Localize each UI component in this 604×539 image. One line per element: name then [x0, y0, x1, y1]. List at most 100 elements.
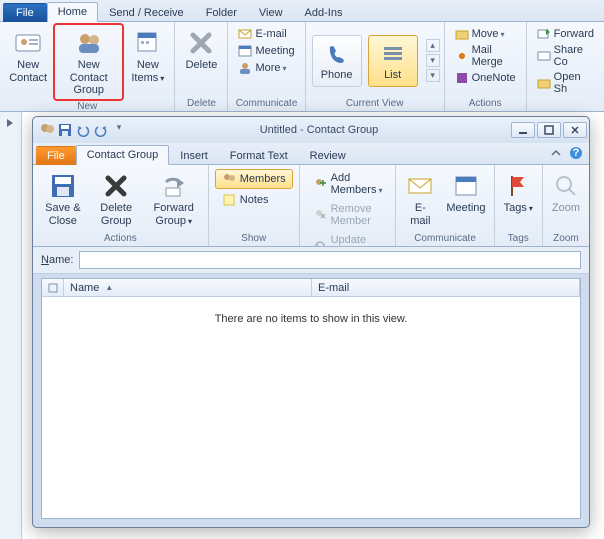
- minimize-ribbon-icon[interactable]: [549, 146, 563, 160]
- ribbon-group-delete-label: Delete: [179, 97, 223, 111]
- gallery-more-icon[interactable]: ▾: [426, 69, 440, 82]
- meeting-button[interactable]: Meeting: [234, 43, 298, 59]
- grid-col-email[interactable]: E-mail: [312, 279, 580, 296]
- forward-group-button[interactable]: Forward Group▾: [144, 167, 204, 230]
- view-list-label: List: [384, 69, 401, 81]
- grid-col-name[interactable]: Name ▲: [64, 279, 312, 296]
- delete-group-button[interactable]: Delete Group: [91, 167, 142, 230]
- help-icon[interactable]: ?: [569, 146, 583, 160]
- redo-icon[interactable]: [93, 122, 109, 138]
- show-notes-label: Notes: [240, 194, 269, 206]
- contact-card-icon: [14, 29, 42, 57]
- sub-tab-contact-group[interactable]: Contact Group: [76, 145, 170, 165]
- sub-group-show-label: Show: [213, 232, 295, 246]
- add-members-icon: [313, 177, 327, 191]
- move-label: Move▾: [472, 28, 505, 40]
- add-members-button[interactable]: Add Members▾: [306, 169, 390, 199]
- meeting-icon: [238, 44, 252, 58]
- share-contacts-button[interactable]: Share Co: [533, 43, 598, 69]
- maximize-button[interactable]: [537, 122, 561, 138]
- tags-button[interactable]: Tags▾: [499, 167, 538, 218]
- gallery-down-icon[interactable]: ▾: [426, 54, 440, 67]
- ribbon-group-actions: Move▾ Mail Merge OneNote Actions: [445, 22, 527, 111]
- save-icon[interactable]: [57, 122, 73, 138]
- close-button[interactable]: [563, 122, 587, 138]
- contact-group-icon: [75, 29, 103, 57]
- ribbon-group-current-view: Phone List ▴ ▾ ▾ Current View: [306, 22, 445, 111]
- attachment-icon: [47, 282, 59, 294]
- tab-addins[interactable]: Add-Ins: [294, 3, 354, 22]
- sub-tab-insert[interactable]: Insert: [169, 146, 219, 165]
- forward-group-icon: [160, 172, 188, 200]
- email-group-button[interactable]: E-mail: [400, 167, 440, 230]
- sub-tab-format-text[interactable]: Format Text: [219, 146, 299, 165]
- show-notes-button[interactable]: Notes: [215, 190, 293, 210]
- grid-col-icon[interactable]: [42, 279, 64, 296]
- new-contact-group-label: New Contact Group: [59, 59, 118, 97]
- mail-merge-button[interactable]: Mail Merge: [451, 43, 520, 69]
- phone-icon: [325, 43, 349, 67]
- new-items-button[interactable]: New Items▾: [125, 24, 170, 87]
- remove-member-icon: [313, 208, 327, 222]
- ribbon-group-current-view-label: Current View: [310, 97, 440, 111]
- tab-folder[interactable]: Folder: [195, 3, 248, 22]
- meeting-group-button[interactable]: Meeting: [442, 167, 489, 218]
- grid-header: Name ▲ E-mail: [42, 279, 580, 297]
- ribbon-group-new-label: New: [4, 100, 170, 114]
- email-button[interactable]: E-mail: [234, 26, 298, 42]
- window-buttons: [511, 122, 587, 138]
- undo-icon[interactable]: [75, 122, 91, 138]
- notes-icon: [222, 193, 236, 207]
- sub-ribbon: Save & Close Delete Group Forward Group▾…: [33, 165, 589, 247]
- show-members-button[interactable]: Members: [215, 169, 293, 189]
- new-items-icon: [134, 29, 162, 57]
- zoom-button[interactable]: Zoom: [547, 167, 585, 218]
- minimize-button[interactable]: [511, 122, 535, 138]
- main-tabstrip: File Home Send / Receive Folder View Add…: [0, 0, 604, 22]
- delete-x-icon: [102, 172, 130, 200]
- tab-view[interactable]: View: [248, 3, 294, 22]
- sub-group-zoom: Zoom Zoom: [543, 165, 589, 246]
- name-row: Name:: [33, 247, 589, 274]
- move-button[interactable]: Move▾: [451, 26, 520, 42]
- save-close-button[interactable]: Save & Close: [37, 167, 89, 230]
- quick-access-toolbar: ▾: [35, 122, 127, 138]
- gallery-up-icon[interactable]: ▴: [426, 39, 440, 52]
- delete-group-label: Delete Group: [96, 202, 137, 227]
- sub-tab-review[interactable]: Review: [299, 146, 357, 165]
- email-group-label: E-mail: [405, 202, 435, 227]
- ribbon-group-communicate-label: Communicate: [232, 97, 300, 111]
- expand-navpane-icon[interactable]: [0, 112, 21, 134]
- name-input[interactable]: [79, 251, 581, 269]
- ribbon-group-new: New Contact New Contact Group New Items▾…: [0, 22, 175, 111]
- name-label: Name:: [41, 254, 73, 266]
- sub-tab-file[interactable]: File: [36, 146, 76, 165]
- view-list-button[interactable]: List: [368, 35, 418, 87]
- email-label: E-mail: [255, 28, 286, 40]
- more-button[interactable]: More▾: [234, 60, 298, 76]
- tab-file[interactable]: File: [3, 3, 47, 22]
- new-contact-button[interactable]: New Contact: [4, 24, 52, 87]
- new-contact-group-button[interactable]: New Contact Group: [54, 24, 123, 100]
- meeting-group-label: Meeting: [446, 202, 485, 215]
- forward-contact-button[interactable]: Forward: [533, 26, 598, 42]
- tab-home[interactable]: Home: [47, 2, 98, 22]
- qat-customize-icon[interactable]: ▾: [111, 122, 127, 138]
- open-shared-button[interactable]: Open Sh: [533, 70, 598, 96]
- delete-button[interactable]: Delete: [179, 24, 223, 75]
- sort-asc-icon: ▲: [105, 283, 113, 292]
- app-icon: [39, 122, 55, 138]
- sub-group-members: Add Members▾ Remove Member Update Now Me…: [300, 165, 397, 246]
- view-phone-button[interactable]: Phone: [312, 35, 362, 87]
- onenote-button[interactable]: OneNote: [451, 70, 520, 86]
- tab-send-receive[interactable]: Send / Receive: [98, 3, 195, 22]
- more-icon: [238, 61, 252, 75]
- delete-label: Delete: [186, 59, 218, 72]
- sub-group-communicate-label: Communicate: [400, 232, 489, 246]
- list-icon: [381, 43, 405, 67]
- sub-titlebar[interactable]: ▾ Untitled - Contact Group: [33, 117, 589, 143]
- remove-member-button[interactable]: Remove Member: [306, 200, 390, 230]
- navigation-pane-collapsed[interactable]: [0, 112, 22, 539]
- bullet-icon: [455, 49, 469, 63]
- sub-group-zoom-label: Zoom: [547, 232, 585, 246]
